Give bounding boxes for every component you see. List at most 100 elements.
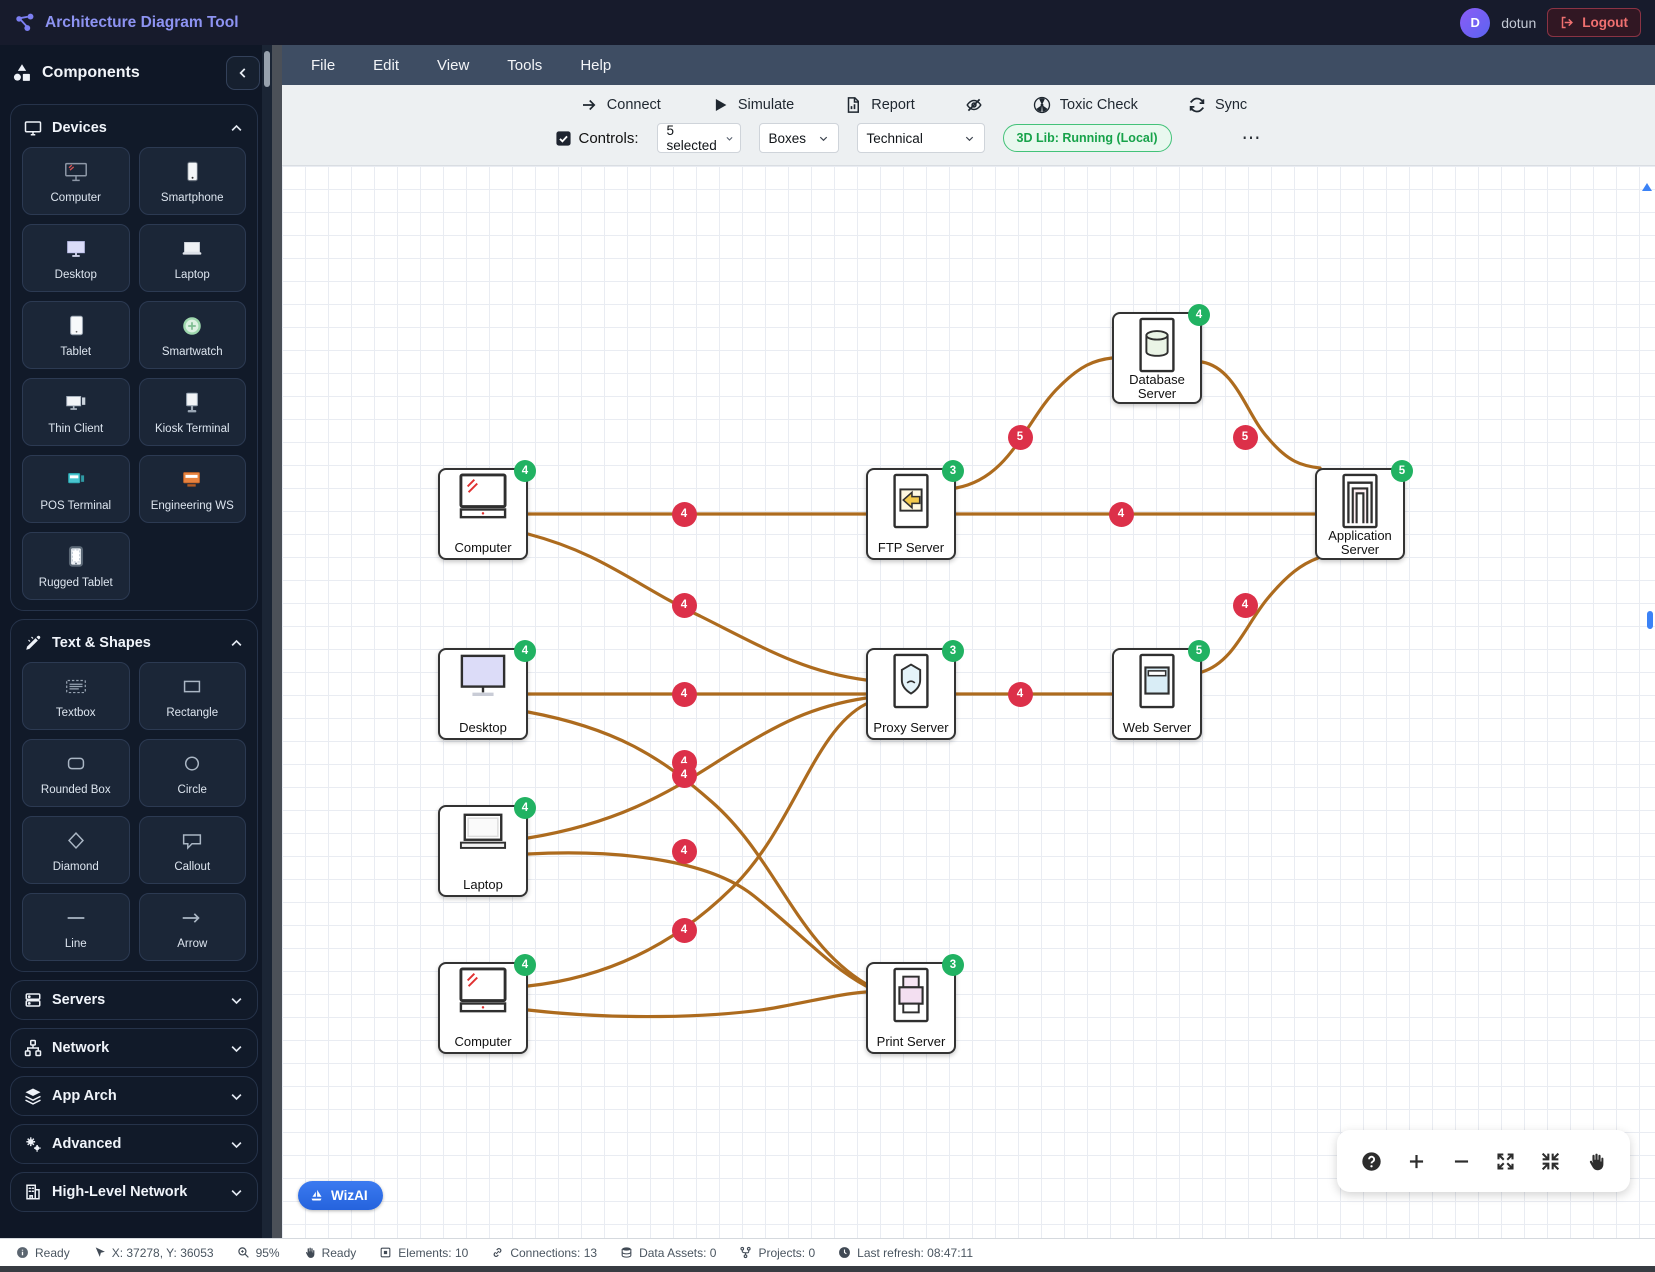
component-rugged-tablet[interactable]: Rugged Tablet xyxy=(22,532,130,600)
sidebar-scrollbar-thumb[interactable] xyxy=(264,51,270,87)
component-tablet[interactable]: Tablet xyxy=(22,301,130,369)
component-arrow[interactable]: Arrow xyxy=(138,893,246,961)
component-diamond[interactable]: Diamond xyxy=(22,816,130,884)
component-smartphone[interactable]: Smartphone xyxy=(138,147,246,215)
edge-count-badge: 4 xyxy=(671,681,697,707)
logout-button[interactable]: Logout xyxy=(1547,8,1641,37)
connection-edge[interactable] xyxy=(526,710,868,986)
chevron-left-icon xyxy=(236,66,250,80)
sidebar-section-header-high-level-network[interactable]: High-Level Network xyxy=(20,1176,248,1208)
node-proxy-server[interactable]: Proxy Server 3 xyxy=(866,640,964,740)
component-computer[interactable]: Computer xyxy=(22,147,130,215)
component-desktop[interactable]: Desktop xyxy=(22,224,130,292)
shape-dropdown[interactable]: Boxes xyxy=(758,123,839,153)
connection-edge[interactable] xyxy=(526,702,868,988)
connection-edge[interactable] xyxy=(1200,360,1322,470)
node-laptop[interactable]: Laptop 4 xyxy=(438,797,536,897)
component-label: Diamond xyxy=(52,860,99,873)
help-button[interactable] xyxy=(1361,1151,1382,1172)
edge-count-badge: 5 xyxy=(1007,424,1033,450)
component-kiosk-terminal[interactable]: Kiosk Terminal xyxy=(138,378,246,446)
node-database-server[interactable]: Database Server 4 xyxy=(1112,304,1210,404)
menu-view[interactable]: View xyxy=(418,45,488,85)
sidebar-section-header-text-shapes[interactable]: Text & Shapes xyxy=(20,628,248,660)
diagram-canvas[interactable]: 445544444444 Computer4FTP Server3Databas… xyxy=(282,166,1655,1238)
component-laptop[interactable]: Laptop xyxy=(138,224,246,292)
menu-tools[interactable]: Tools xyxy=(488,45,561,85)
controls-checkbox[interactable] xyxy=(555,130,572,147)
toolbar-sync-button[interactable]: Sync xyxy=(1188,96,1247,114)
connection-edge[interactable] xyxy=(526,990,868,1019)
toolbar-hide-annotations-button[interactable] xyxy=(965,96,983,114)
component-line[interactable]: Line xyxy=(22,893,130,961)
sidebar-section-header-app-arch[interactable]: App Arch xyxy=(20,1080,248,1112)
component-circle[interactable]: Circle xyxy=(138,739,246,807)
sidebar-scrollbar[interactable] xyxy=(262,45,272,1238)
node-ftp-server[interactable]: FTP Server 3 xyxy=(866,460,964,560)
computer-node-icon xyxy=(457,473,509,521)
toolbar-simulate-button[interactable]: Simulate xyxy=(711,96,794,114)
component-pos-terminal[interactable]: POS Terminal xyxy=(22,455,130,523)
node-label: Web Server xyxy=(1122,720,1192,735)
status-elements: Elements: 10 xyxy=(379,1246,468,1260)
component-grid: Textbox Rectangle Rounded Box Circle Diamond… xyxy=(20,660,248,963)
component-smartwatch[interactable]: Smartwatch xyxy=(138,301,246,369)
more-options-button[interactable]: ⋯ xyxy=(1242,127,1263,150)
toolbar-connect-button[interactable]: Connect xyxy=(580,96,661,114)
component-callout[interactable]: Callout xyxy=(138,816,246,884)
node-web-server[interactable]: Web Server 5 xyxy=(1112,640,1210,740)
pan-button[interactable] xyxy=(1585,1151,1606,1172)
toolbar-report-button[interactable]: Report xyxy=(844,96,915,114)
canvas-scrollbar-thumb[interactable] xyxy=(1647,611,1653,629)
status-text: Ready xyxy=(321,1245,357,1260)
fit-view-button[interactable] xyxy=(1495,1151,1516,1172)
menu-file[interactable]: File xyxy=(292,45,354,85)
connection-edge[interactable] xyxy=(1200,556,1320,674)
computer-sm-icon xyxy=(63,159,89,185)
component-rounded-box[interactable]: Rounded Box xyxy=(22,739,130,807)
menu-edit[interactable]: Edit xyxy=(354,45,418,85)
avatar[interactable]: D xyxy=(1460,7,1491,38)
connection-edge[interactable] xyxy=(954,356,1114,490)
server-icon xyxy=(24,991,42,1009)
collapse-view-button[interactable] xyxy=(1540,1151,1561,1172)
node-computer[interactable]: Computer 4 xyxy=(438,954,536,1054)
menu-help[interactable]: Help xyxy=(561,45,630,85)
ftp-node-icon xyxy=(885,473,937,529)
status-bar: Ready X: 37278, Y: 36053 95% Ready Elements:… xyxy=(0,1238,1655,1266)
node-application-server[interactable]: Application Server 5 xyxy=(1315,460,1413,560)
panel-divider[interactable] xyxy=(272,45,282,1238)
caret-down-icon xyxy=(964,133,975,144)
chevron-down-icon xyxy=(229,1185,244,1200)
selected-dropdown[interactable]: 5 selected xyxy=(656,123,741,153)
component-textbox[interactable]: Textbox xyxy=(22,662,130,730)
hand-dark-icon xyxy=(1585,1151,1606,1172)
edge-count-badge: 5 xyxy=(1232,424,1258,450)
zoom-in-button[interactable] xyxy=(1406,1151,1427,1172)
thinclient-sm-icon xyxy=(63,390,89,416)
logout-icon xyxy=(1560,15,1575,30)
canvas-scroll-arrow[interactable] xyxy=(1642,183,1652,191)
component-label: Laptop xyxy=(174,268,210,281)
sidebar-collapse-button[interactable] xyxy=(226,55,260,90)
style-dropdown[interactable]: Technical xyxy=(856,123,985,153)
lib-status-badge[interactable]: 3D Lib: Running (Local) xyxy=(1002,124,1172,152)
connection-edge[interactable] xyxy=(526,532,868,682)
web-node-icon xyxy=(1131,653,1183,709)
node-desktop[interactable]: Desktop 4 xyxy=(438,640,536,740)
sidebar-section-header-network[interactable]: Network xyxy=(20,1032,248,1064)
component-rectangle[interactable]: Rectangle xyxy=(138,662,246,730)
node-print-server[interactable]: Print Server 3 xyxy=(866,954,964,1054)
sidebar-section-header-servers[interactable]: Servers xyxy=(20,984,248,1016)
component-engineering-ws[interactable]: Engineering WS xyxy=(138,455,246,523)
zoom-out-button[interactable] xyxy=(1451,1151,1472,1172)
connection-edge[interactable] xyxy=(526,696,868,840)
node-computer[interactable]: Computer 4 xyxy=(438,460,536,560)
component-thin-client[interactable]: Thin Client xyxy=(22,378,130,446)
sidebar-section-header-advanced[interactable]: Advanced xyxy=(20,1128,248,1160)
toolbar-toxic-check-button[interactable]: Toxic Check xyxy=(1033,96,1138,114)
sidebar-section-header-devices[interactable]: Devices xyxy=(20,113,248,145)
pen-icon xyxy=(24,634,42,652)
username: dotun xyxy=(1501,14,1537,31)
wizai-button[interactable]: WizAI xyxy=(298,1181,383,1210)
